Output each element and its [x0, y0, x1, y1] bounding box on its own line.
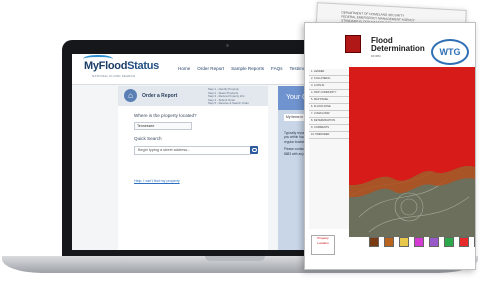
order-header: ⌂ Order a Report Step 1 - Identify Prope…: [118, 86, 268, 106]
legend-swatch: [414, 237, 424, 247]
field-row: 8. DETERMINATION: [309, 118, 349, 125]
map-legend: [369, 237, 475, 247]
field-row: 4. NFIP COMMUNITY: [309, 90, 349, 97]
legend-swatch: [369, 237, 379, 247]
document-subtitle: DFIRM: [371, 54, 381, 58]
camera: [226, 44, 229, 47]
flood-map: [349, 67, 475, 237]
document-fields: 1. LENDER 2. COLLATERAL 3. LOAN ID 4. NF…: [309, 69, 349, 229]
seal-icon: [345, 35, 361, 53]
field-row: 5. MAP PANEL: [309, 97, 349, 104]
quick-search-label: Quick Search: [134, 136, 162, 141]
legend-swatch: [459, 237, 469, 247]
legend-swatch: [474, 237, 475, 247]
site-tagline: NATIONAL FLOOD SEARCH: [92, 74, 136, 78]
logo-text: MyFlood: [84, 60, 128, 72]
location-label: Where is the property located?: [134, 113, 197, 118]
laptop-notch: [205, 256, 265, 261]
title-line: Determination: [371, 44, 425, 53]
field-row: 10. PREPARER: [309, 132, 349, 139]
logo-text-accent: Status: [127, 60, 159, 72]
order-panel: ⌂ Order a Report Step 1 - Identify Prope…: [118, 86, 268, 250]
property-location-legend: Property Location: [311, 235, 335, 255]
legend-swatch: [399, 237, 409, 247]
nav-order-report[interactable]: Order Report: [197, 66, 224, 71]
field-row: 3. LOAN ID: [309, 83, 349, 90]
address-search-input[interactable]: Begin typing a street address...: [134, 146, 251, 155]
field-row: 2. COLLATERAL: [309, 76, 349, 83]
document-title: Flood Determination: [371, 37, 425, 53]
brand-logo: WTG: [431, 39, 469, 65]
search-row: Begin typing a street address...: [134, 146, 258, 155]
legend-swatch: [444, 237, 454, 247]
legend-swatch: [384, 237, 394, 247]
field-row: 7. LOMA/LOMR: [309, 111, 349, 118]
flood-determination-document: Flood Determination DFIRM WTG 1. LENDER …: [304, 22, 476, 270]
help-link[interactable]: Help, I can't find my property: [134, 179, 180, 183]
nav-faqs[interactable]: FAQs: [271, 66, 283, 71]
field-row: 6. FLOOD ZONE: [309, 104, 349, 111]
order-steps: Step 1 - Identify Property Step 2 - Sele…: [208, 87, 249, 106]
step-item: Step 5 - Receive & Search Order: [208, 101, 249, 106]
state-select[interactable]: Tennessee: [134, 122, 192, 130]
nav-home[interactable]: Home: [178, 66, 190, 71]
site-logo[interactable]: MyFloodStatus: [84, 60, 159, 72]
order-title: Order a Report: [142, 93, 178, 99]
search-button[interactable]: [250, 146, 258, 154]
flood-zone-area: [349, 67, 475, 186]
field-row: 1. LENDER: [309, 69, 349, 76]
nav-sample-reports[interactable]: Sample Reports: [231, 66, 264, 71]
legend-swatch: [429, 237, 439, 247]
home-icon: ⌂: [124, 89, 137, 102]
field-row: 9. COMMENTS: [309, 125, 349, 132]
